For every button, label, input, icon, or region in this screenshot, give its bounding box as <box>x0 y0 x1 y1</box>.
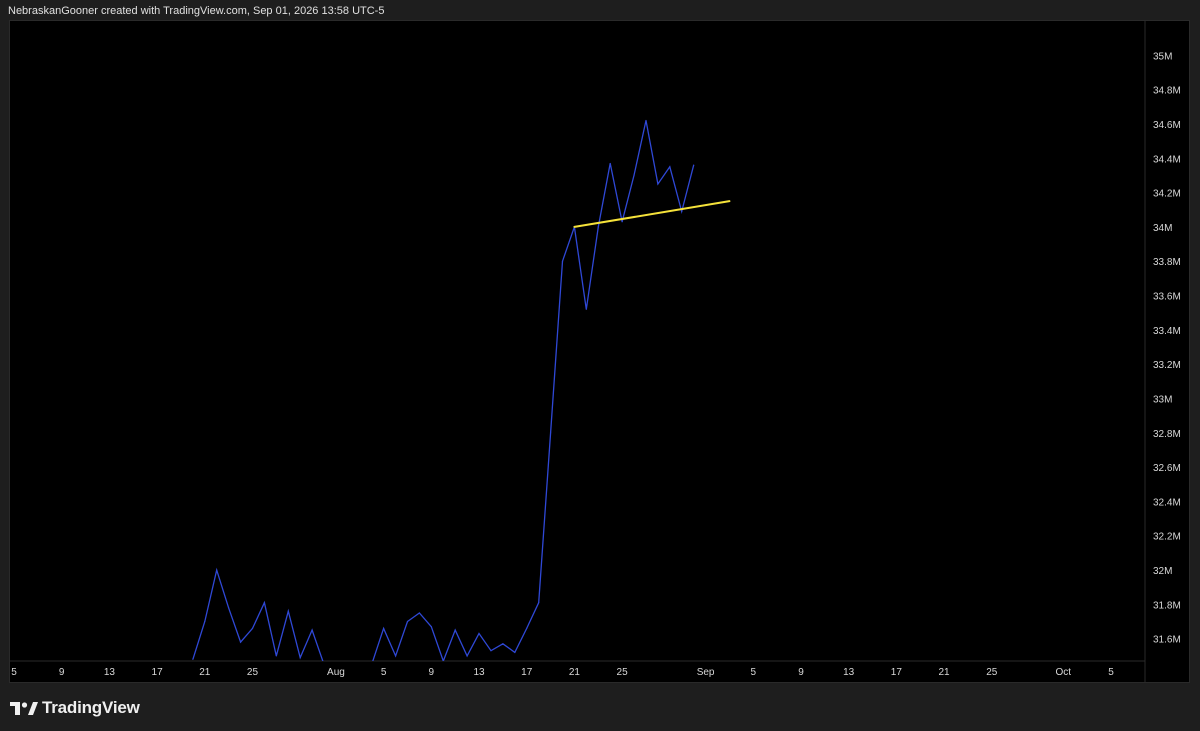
series-point <box>621 221 623 223</box>
x-tick-label: 9 <box>59 667 65 678</box>
series-point <box>251 627 254 629</box>
price-chart[interactable]: 35M 34.8M 34.6M 34.4M 34.2M 34M 33.8M 33.6M 33.4… <box>0 0 1200 683</box>
series-point <box>275 655 277 657</box>
y-tick-label: 33.6M <box>1153 292 1181 303</box>
series-point <box>359 664 360 665</box>
x-tick-label: 25 <box>617 667 629 678</box>
series-point <box>502 643 504 645</box>
y-tick-label: 34.2M <box>1153 189 1181 200</box>
x-tick-label: 5 <box>1108 667 1114 678</box>
series-point <box>478 632 480 635</box>
y-tick-label: 34.8M <box>1153 86 1181 97</box>
series-point <box>669 166 671 168</box>
x-tick-label: 9 <box>798 667 804 678</box>
y-tick-label: 34M <box>1153 223 1172 234</box>
x-tick-label: 5 <box>751 667 757 678</box>
x-tick-label: 13 <box>843 667 855 678</box>
series-point <box>430 626 432 628</box>
series-point <box>192 658 194 660</box>
series-point <box>204 620 206 623</box>
series-point <box>466 655 468 657</box>
series-point <box>263 602 266 604</box>
time-axis[interactable]: 5 9 13 17 21 25 Aug 5 9 13 17 21 25 Sep 5 9 13 17 21 25 Oct 5 <box>11 667 1114 678</box>
y-tick-label: 34.4M <box>1153 154 1181 165</box>
x-tick-label: 17 <box>152 667 164 678</box>
y-tick-label: 35M <box>1153 51 1172 62</box>
series-point <box>561 260 564 262</box>
series-point <box>514 651 516 654</box>
x-tick-label: 17 <box>521 667 533 678</box>
y-tick-label: 32.2M <box>1153 532 1181 543</box>
x-tick-label: 21 <box>569 667 581 678</box>
series-point <box>394 655 397 657</box>
x-tick-label: 13 <box>104 667 116 678</box>
series-point <box>454 629 456 631</box>
series-point <box>287 610 289 612</box>
y-tick-label: 32.4M <box>1153 497 1181 508</box>
x-tick-label: 13 <box>473 667 485 678</box>
series-point <box>383 627 385 629</box>
tradingview-brand[interactable]: TradingView <box>10 697 140 719</box>
series-point <box>609 162 611 165</box>
series-point <box>538 602 540 604</box>
x-tick-label: 17 <box>891 667 903 678</box>
y-tick-label: 31.6M <box>1153 635 1181 646</box>
series-point <box>585 308 587 310</box>
plot-area <box>192 119 731 665</box>
y-tick-label: 33.2M <box>1153 360 1181 371</box>
x-tick-label: 21 <box>199 667 211 678</box>
brand-name: TradingView <box>42 698 140 717</box>
series-point <box>693 164 695 166</box>
series-point <box>228 607 230 609</box>
price-axis[interactable]: 35M 34.8M 34.6M 34.4M 34.2M 34M 33.8M 33.6M 33.4… <box>1153 51 1181 645</box>
series-point <box>335 664 336 665</box>
y-tick-label: 32.8M <box>1153 429 1181 440</box>
y-tick-label: 31.8M <box>1153 600 1181 611</box>
series-point <box>418 612 421 614</box>
series-point <box>526 627 528 629</box>
series-point <box>633 174 635 177</box>
tradingview-logo-icon <box>10 702 38 715</box>
series-point <box>645 119 647 122</box>
x-tick-label: Sep <box>697 667 715 678</box>
series-line <box>192 120 695 661</box>
series-point <box>347 664 348 665</box>
x-tick-label: Oct <box>1056 667 1072 678</box>
y-tick-label: 32.6M <box>1153 463 1181 474</box>
series-point <box>371 664 372 665</box>
series-point <box>549 432 552 434</box>
trendline[interactable] <box>573 200 731 228</box>
series-point <box>406 620 409 623</box>
y-tick-label: 33.8M <box>1153 257 1181 268</box>
y-tick-label: 32M <box>1153 566 1172 577</box>
x-tick-label: 25 <box>986 667 998 678</box>
x-tick-label: 5 <box>381 667 387 678</box>
footer: TradingView <box>0 683 1200 731</box>
series-point <box>490 650 492 652</box>
series-point <box>239 641 242 643</box>
y-tick-label: 33.4M <box>1153 326 1181 337</box>
series-point <box>216 569 218 571</box>
series-point <box>657 183 659 185</box>
series-point <box>597 226 599 228</box>
x-tick-label: Aug <box>327 667 345 678</box>
x-tick-label: 9 <box>429 667 435 678</box>
series-point <box>323 664 324 665</box>
x-tick-label: 5 <box>11 667 17 678</box>
series-point <box>681 210 683 213</box>
x-tick-label: 25 <box>247 667 259 678</box>
x-tick-label: 21 <box>939 667 951 678</box>
y-tick-label: 33M <box>1153 394 1172 405</box>
series-point <box>299 656 301 659</box>
y-tick-label: 34.6M <box>1153 120 1181 131</box>
series-point <box>311 629 313 631</box>
